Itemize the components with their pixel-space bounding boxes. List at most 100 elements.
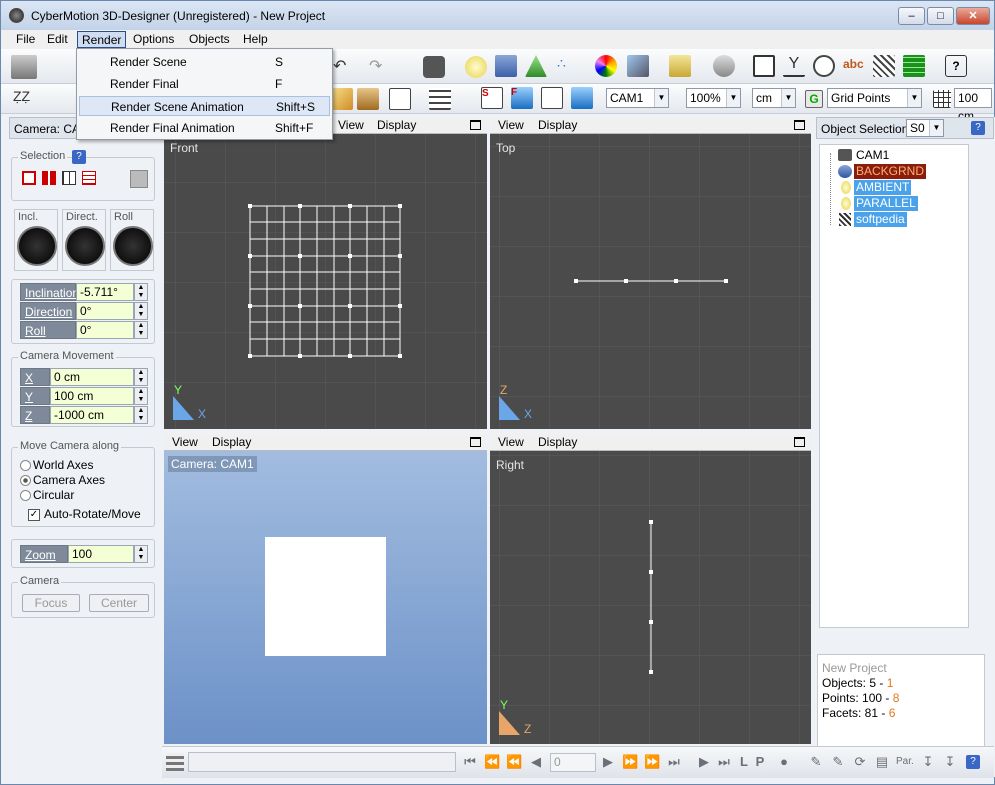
key-list-icon[interactable]: ↧	[942, 753, 958, 771]
text-icon[interactable]: abc	[843, 57, 865, 79]
menu-options[interactable]: Options	[129, 31, 178, 48]
direction-dial[interactable]: Direct.	[62, 209, 106, 271]
flag-icon[interactable]	[753, 55, 775, 77]
ping-pong-icon[interactable]: P	[752, 753, 768, 771]
camera-axes-radio[interactable]: Camera Axes	[20, 473, 105, 487]
parameters-icon[interactable]: Par.	[896, 753, 914, 771]
sphere-s-icon[interactable]: S	[481, 87, 503, 109]
background-icon[interactable]	[495, 55, 517, 77]
tree-item[interactable]: AMBIENT	[820, 180, 968, 196]
roll-field[interactable]: Roll 0° ▲ ▼	[20, 321, 148, 339]
menu-render[interactable]: Render	[77, 31, 127, 48]
circular-radio[interactable]: Circular	[20, 488, 74, 502]
figure-icon[interactable]	[11, 55, 37, 79]
direction-field[interactable]: Direction 0° ▲ ▼	[20, 302, 148, 320]
auto-rotate-checkbox[interactable]: ✓ Auto-Rotate/Move	[28, 507, 141, 521]
viewport-right[interactable]: View Display Right Y Z	[490, 434, 811, 744]
close-button[interactable]: ✕	[956, 7, 990, 25]
maximize-icon[interactable]	[794, 437, 805, 447]
rewind-icon[interactable]: ⏪	[506, 753, 522, 771]
step-forward-icon[interactable]: ▶	[600, 753, 616, 771]
menu-help[interactable]: Help	[239, 31, 272, 48]
list-icon[interactable]	[429, 88, 451, 110]
center-button[interactable]: Center	[89, 594, 149, 612]
world-axes-radio[interactable]: World Axes	[20, 458, 93, 472]
viewport-top[interactable]: View Display Top Z X	[490, 117, 811, 429]
redo-icon[interactable]: ↷	[369, 56, 391, 78]
paint-icon[interactable]	[331, 88, 353, 110]
key-rotate-icon[interactable]: ⟳	[852, 753, 868, 771]
roll-dial[interactable]: Roll	[110, 209, 154, 271]
first-frame-icon[interactable]: ⏮	[462, 753, 478, 771]
landscape-icon[interactable]	[525, 55, 547, 77]
grid-size-field[interactable]: 100 cm	[954, 88, 992, 123]
dial-knob[interactable]	[17, 226, 57, 266]
view-menu[interactable]: View	[338, 118, 364, 132]
grid-select-icon[interactable]	[62, 171, 76, 185]
color-wheel-icon[interactable]	[595, 55, 617, 77]
cube-select-icon[interactable]	[22, 171, 36, 185]
loop-icon[interactable]: L	[736, 753, 752, 771]
render-final-item[interactable]: Render Final F	[79, 74, 330, 94]
tree-item[interactable]: softpedia	[820, 212, 968, 228]
help-icon[interactable]: ?	[966, 755, 980, 769]
rewind-fast-icon[interactable]: ⏪	[484, 753, 500, 771]
help-icon[interactable]: ?	[971, 121, 985, 135]
maximize-icon[interactable]	[794, 120, 805, 130]
key-scale-icon[interactable]: ▤	[874, 753, 890, 771]
camera-icon[interactable]	[423, 56, 445, 78]
play-to-end-icon[interactable]: ⏭	[716, 753, 732, 771]
help-icon[interactable]: ?	[72, 150, 86, 164]
zoom-field[interactable]: Zoom 100 ▲ ▼	[20, 545, 148, 563]
layers-icon[interactable]	[357, 88, 379, 110]
last-frame-icon[interactable]: ⏭	[666, 753, 682, 771]
tree-item[interactable]: CAM1	[820, 148, 968, 164]
x-field[interactable]: X0 cm ▲ ▼	[20, 368, 148, 386]
particles-icon[interactable]: ∴	[557, 55, 579, 77]
lathe-icon[interactable]: Y	[783, 55, 805, 77]
maximize-icon[interactable]	[470, 120, 481, 130]
viewport-camera[interactable]: View Display Camera: CAM1	[164, 434, 487, 744]
render-scene-animation-item[interactable]: Render Scene Animation Shift+S	[79, 96, 330, 116]
layers-toggle-icon[interactable]	[166, 753, 184, 771]
grid-green-icon[interactable]	[903, 55, 925, 77]
objects-icon[interactable]	[713, 55, 735, 77]
minimize-button[interactable]: –	[898, 7, 925, 25]
view-menu[interactable]: View	[498, 435, 524, 449]
display-menu[interactable]: Display	[212, 435, 251, 449]
maximize-icon[interactable]	[470, 437, 481, 447]
shape-icon[interactable]	[130, 170, 148, 188]
forward-fast-icon[interactable]: ⏩	[644, 753, 660, 771]
y-field[interactable]: Y 100 cm ▲ ▼	[20, 387, 148, 405]
snap-select[interactable]: Grid Points ▼	[827, 88, 922, 108]
key-down-icon[interactable]: ↧	[920, 753, 936, 771]
cube-solid-icon[interactable]	[571, 87, 593, 109]
display-menu[interactable]: Display	[538, 118, 577, 132]
inclination-field[interactable]: Inclination -5.711° ▲ ▼	[20, 283, 148, 301]
selection-set-select[interactable]: S0 ▼	[906, 119, 944, 137]
step-back-icon[interactable]: ◀	[528, 753, 544, 771]
menu-edit[interactable]: Edit	[43, 31, 72, 48]
snap-icon[interactable]: G	[805, 90, 823, 108]
walk-icon[interactable]: ẒẒ	[13, 88, 35, 110]
help-icon[interactable]: ?	[945, 55, 967, 77]
viewport-front[interactable]: View Display Front Y X	[164, 117, 487, 429]
copy-icon[interactable]	[389, 88, 411, 110]
inclination-dial[interactable]: Incl.	[14, 209, 58, 271]
points-select-icon[interactable]	[82, 171, 96, 185]
render-scene-item[interactable]: Render Scene S	[79, 52, 330, 72]
z-field[interactable]: Z -1000 cm ▲ ▼	[20, 406, 148, 424]
dial-knob[interactable]	[113, 226, 153, 266]
unit-select[interactable]: cm ▼	[752, 88, 796, 108]
key-move-icon[interactable]: ✎	[830, 753, 846, 771]
display-menu[interactable]: Display	[538, 435, 577, 449]
tree-item[interactable]: BACKGRND	[820, 164, 968, 180]
material-icon[interactable]	[627, 55, 649, 77]
dial-knob[interactable]	[65, 226, 105, 266]
grid-icon[interactable]	[933, 90, 951, 108]
camera-select[interactable]: CAM1 ▼	[606, 88, 669, 108]
mesh-icon[interactable]	[873, 55, 895, 77]
play-icon[interactable]: ▶	[696, 753, 712, 771]
faces-select-icon[interactable]	[42, 171, 56, 185]
zoom-select[interactable]: 100% ▼	[686, 88, 741, 108]
